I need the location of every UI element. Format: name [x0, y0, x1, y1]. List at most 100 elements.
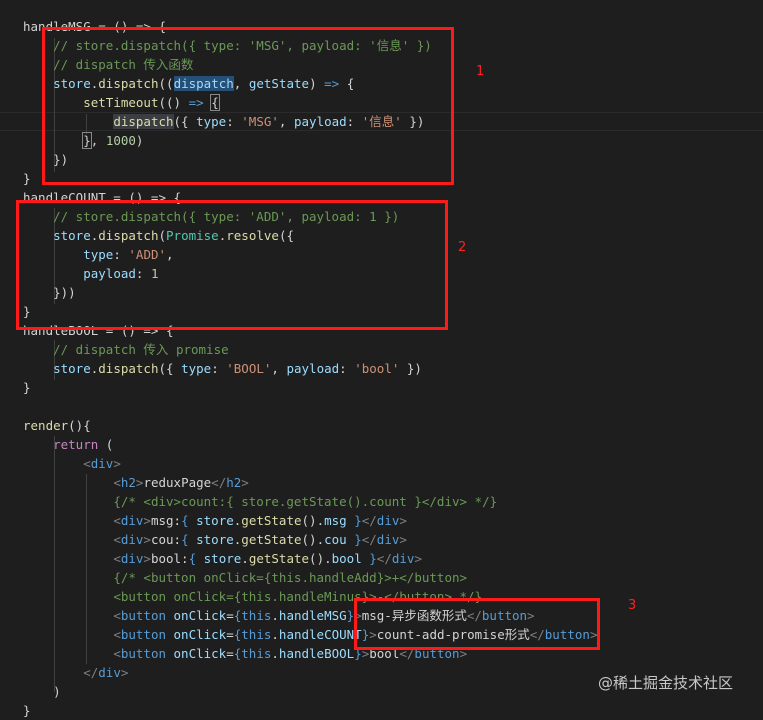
code-token: h2 [226, 475, 242, 490]
code-token: } [23, 380, 31, 395]
code-token: </ [211, 475, 227, 490]
code-token: div [376, 532, 400, 547]
code-token: ) [23, 684, 61, 699]
code-token: getState [248, 551, 310, 566]
code-line[interactable]: <div>cou:{ store.getState().cou }</div> [23, 530, 407, 549]
code-line[interactable]: </div> [23, 663, 128, 682]
code-token: onClick [173, 608, 227, 623]
code-token: div [391, 551, 415, 566]
code-line[interactable]: return ( [23, 435, 113, 454]
code-token: . [241, 551, 249, 566]
code-token: cou [324, 532, 347, 547]
code-token: ({ [158, 361, 182, 376]
code-token: = [226, 646, 234, 661]
code-token: } [346, 513, 362, 528]
code-token: > [113, 456, 121, 471]
code-token: > [143, 551, 151, 566]
code-token: store [203, 551, 242, 566]
code-token: > [143, 532, 151, 547]
code-token: div [98, 665, 121, 680]
annotation-label-3: 3 [628, 598, 637, 613]
code-line[interactable]: <div>msg:{ store.getState().msg }</div> [23, 511, 407, 530]
code-token: store [196, 513, 234, 528]
code-token: button [120, 646, 166, 661]
code-line[interactable]: ) [23, 682, 61, 701]
code-line[interactable]: {/* <button onClick={this.handleAdd}>+</… [23, 568, 467, 587]
code-token: . [271, 608, 279, 623]
code-token: </ [83, 665, 99, 680]
code-token: div [120, 513, 144, 528]
code-token: } [23, 171, 31, 186]
code-token: return [53, 437, 99, 452]
code-token: type [181, 361, 212, 376]
code-token: > [120, 665, 129, 680]
code-token: </ [361, 513, 377, 528]
code-token: : [339, 361, 355, 376]
code-token: { [188, 551, 204, 566]
code-line[interactable]: } [23, 701, 31, 720]
code-token: < [113, 551, 121, 566]
code-line[interactable]: render(){ [23, 416, 91, 435]
code-token: < [113, 608, 121, 623]
code-token: this [241, 608, 272, 623]
code-line[interactable]: <div> [23, 454, 121, 473]
code-line[interactable]: <div>bool:{ store.getState().bool }</div… [23, 549, 422, 568]
annotation-box-3 [354, 598, 600, 650]
code-token: > [241, 475, 249, 490]
code-token: . [271, 627, 279, 642]
code-token: 'BOOL' [226, 361, 272, 376]
code-token: </ [361, 532, 377, 547]
code-line[interactable]: {/* <div>count:{ store.getState().count … [23, 492, 497, 511]
code-token: < [83, 456, 91, 471]
code-token: reduxPage [143, 475, 212, 490]
code-token: handleBOOL [278, 646, 355, 661]
code-line[interactable]: } [23, 378, 31, 397]
code-token: > [414, 551, 422, 566]
code-token: < [113, 513, 121, 528]
code-line[interactable]: store.dispatch({ type: 'BOOL', payload: … [23, 359, 422, 378]
code-line[interactable]: // dispatch 传入 promise [23, 340, 229, 359]
code-token: < [113, 646, 121, 661]
code-token: payload [286, 361, 340, 376]
code-token: getState [241, 513, 302, 528]
code-token: </ [376, 551, 392, 566]
code-token: store [53, 361, 91, 376]
code-token: div [376, 513, 400, 528]
code-token: div [90, 456, 114, 471]
code-token: (). [301, 513, 325, 528]
code-token: . [271, 646, 279, 661]
code-token: { [181, 532, 197, 547]
code-line[interactable]: } [23, 169, 31, 188]
code-token: } [361, 551, 377, 566]
code-token: h2 [120, 475, 136, 490]
code-token: handleCOUNT [278, 627, 362, 642]
code-token: div [120, 532, 144, 547]
code-token: < [113, 627, 121, 642]
code-token: this [241, 646, 272, 661]
annotation-box-1 [42, 27, 454, 185]
code-line[interactable]: <h2>reduxPage</h2> [23, 473, 249, 492]
code-token: onClick [173, 627, 227, 642]
code-token: bool [331, 551, 362, 566]
code-token: this [241, 627, 272, 642]
code-token: = [226, 608, 234, 623]
code-token: : [211, 361, 227, 376]
code-token: button [120, 627, 166, 642]
code-token: } [23, 703, 31, 718]
code-token: } [346, 532, 362, 547]
code-token: bool: [150, 551, 189, 566]
code-token: ( [98, 437, 114, 452]
code-token: {/* <button onClick={this.handleAdd}>+</… [113, 570, 468, 585]
watermark: @稀土掘金技术社区 [598, 674, 734, 692]
